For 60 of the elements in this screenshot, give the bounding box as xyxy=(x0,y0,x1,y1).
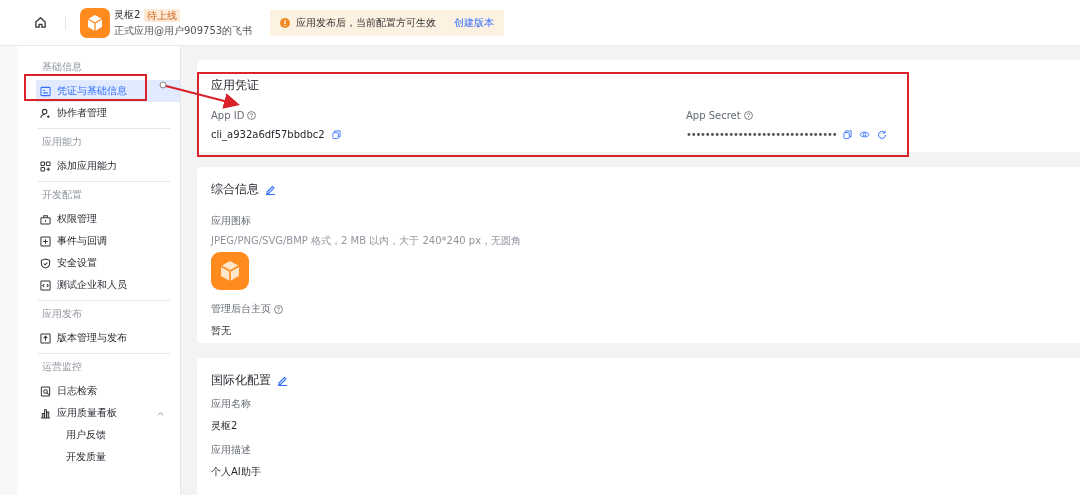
field-value: 暂无 xyxy=(211,324,232,338)
field-label: 应用描述 xyxy=(211,443,252,457)
user-icon xyxy=(40,107,51,119)
edit-icon[interactable] xyxy=(277,375,288,386)
app-icon[interactable] xyxy=(211,252,249,290)
plus-icon xyxy=(40,235,51,247)
collapse-caret-icon[interactable] xyxy=(157,410,164,416)
create-version-link[interactable]: 创建版本 xyxy=(454,15,494,30)
lock-icon xyxy=(40,213,51,225)
sidebar-item[interactable]: 日志检索 xyxy=(36,380,180,402)
card-title: 应用凭证 xyxy=(211,78,259,92)
notice-text: 应用发布后，当前配置方可生效 xyxy=(296,15,436,30)
warning-icon xyxy=(280,17,290,28)
card-title: 国际化配置 xyxy=(211,372,271,389)
field-label: App ID xyxy=(211,110,245,121)
upload-icon xyxy=(40,332,51,344)
sidebar-item[interactable]: 添加应用能力 xyxy=(36,155,180,177)
edit-icon[interactable] xyxy=(265,184,276,195)
grid-icon xyxy=(40,160,51,172)
field-label: 应用图标 xyxy=(211,214,252,228)
field-value: 灵枢2 xyxy=(211,419,239,433)
refresh-icon[interactable] xyxy=(877,129,888,140)
field-label: App Secret xyxy=(686,110,741,121)
icon-hint: JPEG/PNG/SVG/BMP 格式，2 MB 以内，大于 240*240 px，无圆角 xyxy=(211,234,523,248)
sidebar-item[interactable]: 协作者管理 xyxy=(36,102,180,124)
shield-icon xyxy=(40,257,51,269)
home-icon[interactable] xyxy=(34,16,47,29)
app-logo-icon xyxy=(80,7,110,38)
sidebar-group-title: 应用能力 xyxy=(41,135,83,149)
field-value: 个人AI助手 xyxy=(211,465,262,479)
app-subtitle: 正式应用@用户909753的飞书 xyxy=(114,24,254,37)
card-title: 综合信息 xyxy=(211,181,259,198)
sidebar-item[interactable]: 事件与回调 xyxy=(36,230,180,252)
help-icon[interactable] xyxy=(247,111,257,120)
sidebar-item[interactable]: 权限管理 xyxy=(36,208,180,230)
copy-icon[interactable] xyxy=(843,130,853,139)
help-icon[interactable] xyxy=(274,304,283,314)
sidebar-group-title: 开发配置 xyxy=(41,188,83,202)
sidebar-subitem[interactable]: 开发质量 xyxy=(36,446,180,468)
eye-icon[interactable] xyxy=(859,130,871,139)
log-icon xyxy=(40,385,51,397)
copy-icon[interactable] xyxy=(331,130,341,139)
sidebar-subitem[interactable]: 用户反馈 xyxy=(36,424,180,446)
help-icon[interactable] xyxy=(743,111,753,120)
chart-icon xyxy=(40,407,51,419)
card-icon xyxy=(40,85,51,97)
sidebar-item[interactable]: 应用质量看板 xyxy=(36,402,180,424)
sidebar-item[interactable]: 安全设置 xyxy=(36,252,180,274)
code-icon xyxy=(40,279,51,291)
app-name: 灵枢2 xyxy=(114,8,141,22)
sidebar-item[interactable]: 版本管理与发布 xyxy=(36,327,180,349)
field-label: 应用名称 xyxy=(211,397,252,411)
app-secret-value: •••••••••••••••••••••••••••••••• xyxy=(686,129,837,140)
field-label: 管理后台主页 xyxy=(211,302,271,316)
sidebar-group-title: 运营监控 xyxy=(41,360,83,374)
sidebar-item[interactable]: 测试企业和人员 xyxy=(36,274,180,296)
status-badge: 待上线 xyxy=(144,8,181,22)
sidebar-group-title: 基础信息 xyxy=(41,60,83,74)
sidebar-group-title: 应用发布 xyxy=(41,307,83,321)
app-id-value: cli_a932a6df57bbdbc2 xyxy=(211,129,325,140)
